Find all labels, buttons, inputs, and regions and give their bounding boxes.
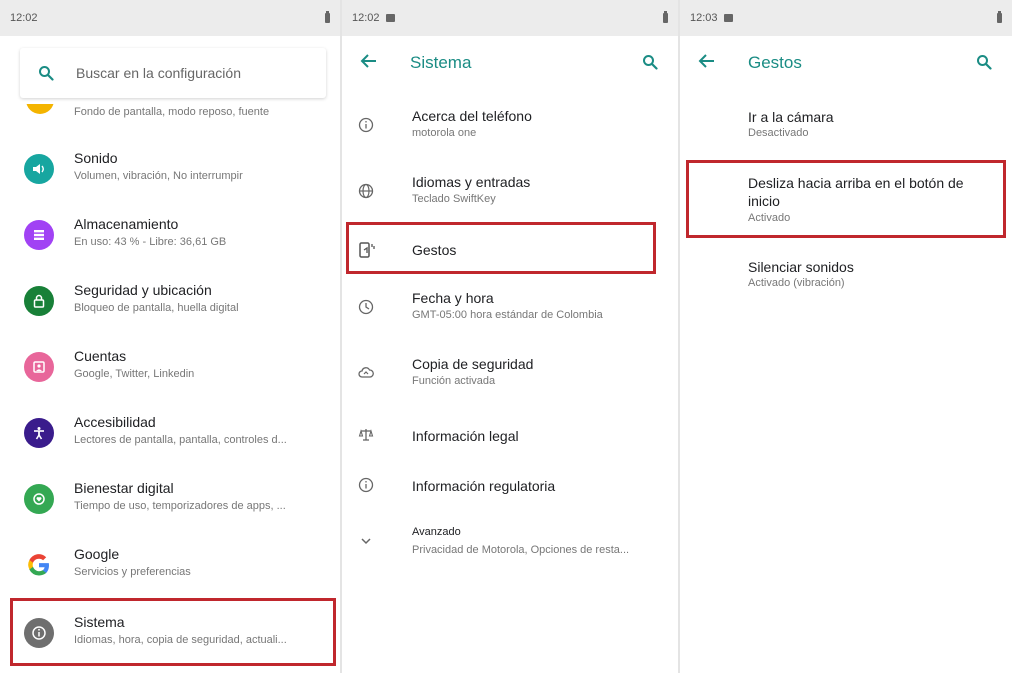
settings-item-title: Bienestar digital bbox=[74, 480, 174, 496]
system-item-title: Información regulatoria bbox=[412, 478, 556, 494]
system-item-subtitle: Teclado SwiftKey bbox=[412, 193, 496, 205]
backup-icon bbox=[358, 365, 380, 387]
settings-item-subtitle: En uso: 43 % - Libre: 36,61 GB bbox=[74, 236, 227, 248]
info-icon bbox=[358, 117, 380, 139]
system-item-title: Fecha y hora bbox=[412, 290, 494, 306]
system-item-title: Avanzado bbox=[412, 526, 461, 538]
settings-item-bienestar-digital[interactable]: Bienestar digital Tiempo de uso, temporiz… bbox=[0, 466, 340, 532]
system-item-copia-de-seguridad[interactable]: Copia de seguridad Función activada bbox=[342, 348, 678, 404]
status-time: 12:02 bbox=[352, 12, 380, 24]
display-item-subtitle: Fondo de pantalla, modo reposo, fuente bbox=[74, 106, 270, 118]
system-item-title: Acerca del teléfono bbox=[412, 108, 532, 124]
settings-main-screen: 12:02 Fondo de pantalla, modo reposo, fu… bbox=[0, 0, 340, 673]
search-icon bbox=[38, 65, 54, 81]
settings-item-title: Almacenamiento bbox=[74, 216, 179, 232]
gesture-item-subtitle: Desactivado bbox=[748, 127, 809, 139]
system-item-subtitle: GMT-05:00 hora estándar de Colombia bbox=[412, 309, 603, 321]
settings-search-bar[interactable] bbox=[20, 48, 326, 98]
storage-icon bbox=[24, 220, 54, 250]
status-time: 12:02 bbox=[10, 12, 38, 24]
search-icon[interactable] bbox=[976, 54, 998, 76]
back-arrow-icon[interactable] bbox=[698, 52, 722, 76]
status-time: 12:03 bbox=[690, 12, 718, 24]
toolbar: Gestos bbox=[680, 36, 1012, 92]
system-item-fecha-y-hora[interactable]: Fecha y hora GMT-05:00 hora estándar de C… bbox=[342, 282, 678, 338]
settings-item-title: Sonido bbox=[74, 150, 118, 166]
system-item-title: Idiomas y entradas bbox=[412, 174, 531, 190]
search-input[interactable] bbox=[76, 65, 296, 81]
swipe-up-highlight-box bbox=[686, 160, 1006, 238]
search-icon[interactable] bbox=[642, 54, 664, 76]
settings-item-title: Cuentas bbox=[74, 348, 127, 364]
clock-icon bbox=[358, 299, 380, 321]
system-item-informaci-n-legal[interactable]: Información legal bbox=[342, 414, 678, 458]
display-icon bbox=[26, 104, 54, 114]
gesture-item-silenciar-sonidos[interactable]: Silenciar sonidos Activado (vibración) bbox=[680, 250, 1012, 300]
settings-item-title: Accesibilidad bbox=[74, 414, 156, 430]
gesture-item-title: Silenciar sonidos bbox=[748, 259, 854, 275]
wellbeing-icon bbox=[24, 484, 54, 514]
settings-item-cuentas[interactable]: Cuentas Google, Twitter, Linkedin bbox=[0, 334, 340, 400]
settings-item-subtitle: Tiempo de uso, temporizadores de apps, .… bbox=[74, 500, 286, 512]
settings-item-almacenamiento[interactable]: Almacenamiento En uso: 43 % - Libre: 36,6… bbox=[0, 202, 340, 268]
toolbar: Sistema bbox=[342, 36, 678, 92]
sistema-highlight-box bbox=[10, 598, 336, 666]
settings-item-accesibilidad[interactable]: Accesibilidad Lectores de pantalla, panta… bbox=[0, 400, 340, 466]
chevron-down-icon bbox=[358, 533, 380, 555]
gesture-item-subtitle: Activado (vibración) bbox=[748, 277, 845, 289]
system-item-idiomas-y-entradas[interactable]: Idiomas y entradas Teclado SwiftKey bbox=[342, 166, 678, 222]
gesture-item-title: Ir a la cámara bbox=[748, 109, 834, 125]
settings-item-subtitle: Volumen, vibración, No interrumpir bbox=[74, 170, 243, 182]
system-item-subtitle: motorola one bbox=[412, 127, 477, 139]
lock-icon bbox=[24, 286, 54, 316]
settings-item-subtitle: Servicios y preferencias bbox=[74, 566, 191, 578]
notification-icon bbox=[723, 13, 733, 22]
system-item-avanzado[interactable]: Avanzado Privacidad de Motorola, Opciones… bbox=[342, 516, 678, 572]
page-title: Gestos bbox=[748, 53, 802, 72]
battery-icon bbox=[997, 11, 1002, 23]
settings-item-title: Google bbox=[74, 546, 120, 562]
settings-item-sonido[interactable]: Sonido Volumen, vibración, No interrumpir bbox=[0, 136, 340, 202]
gestures-screen: 12:03 Gestos Ir a la cámara Desactivado De… bbox=[680, 0, 1012, 673]
status-bar: 12:02 bbox=[342, 0, 678, 36]
info-icon bbox=[358, 477, 380, 499]
settings-item-subtitle: Lectores de pantalla, pantalla, controle… bbox=[74, 434, 287, 446]
globe-icon bbox=[358, 183, 380, 205]
settings-item-subtitle: Bloqueo de pantalla, huella digital bbox=[74, 302, 239, 314]
system-item-title: Copia de seguridad bbox=[412, 356, 534, 372]
settings-item-title: Seguridad y ubicación bbox=[74, 282, 212, 298]
system-item-subtitle: Privacidad de Motorola, Opciones de rest… bbox=[412, 544, 630, 556]
account-icon bbox=[24, 352, 54, 382]
status-bar: 12:03 bbox=[680, 0, 1012, 36]
system-item-acerca-del-tel-fono[interactable]: Acerca del teléfono motorola one bbox=[342, 100, 678, 156]
google-icon bbox=[24, 550, 54, 580]
system-item-title: Información legal bbox=[412, 428, 519, 444]
settings-item-seguridad-y-ubicaci-n[interactable]: Seguridad y ubicación Bloqueo de pantalla… bbox=[0, 268, 340, 334]
settings-item-google[interactable]: Google Servicios y preferencias bbox=[0, 532, 340, 598]
status-bar: 12:02 bbox=[0, 0, 340, 36]
accessibility-icon bbox=[24, 418, 54, 448]
gesture-item-ir-a-la-c-mara[interactable]: Ir a la cámara Desactivado bbox=[680, 100, 1012, 150]
notification-icon bbox=[385, 13, 395, 22]
system-settings-screen: 12:02 Sistema Acerca del teléfono motorol… bbox=[342, 0, 678, 673]
page-title: Sistema bbox=[410, 53, 472, 72]
system-item-informaci-n-regulatoria[interactable]: Información regulatoria bbox=[342, 464, 678, 508]
settings-item-subtitle: Google, Twitter, Linkedin bbox=[74, 368, 195, 380]
system-item-subtitle: Función activada bbox=[412, 375, 496, 387]
gestos-highlight-box bbox=[346, 222, 656, 274]
back-arrow-icon[interactable] bbox=[360, 52, 384, 76]
display-item-clipped[interactable]: Fondo de pantalla, modo reposo, fuente bbox=[0, 104, 340, 118]
volume-icon bbox=[24, 154, 54, 184]
battery-icon bbox=[325, 11, 330, 23]
battery-icon bbox=[663, 11, 668, 23]
legal-icon bbox=[358, 427, 380, 449]
